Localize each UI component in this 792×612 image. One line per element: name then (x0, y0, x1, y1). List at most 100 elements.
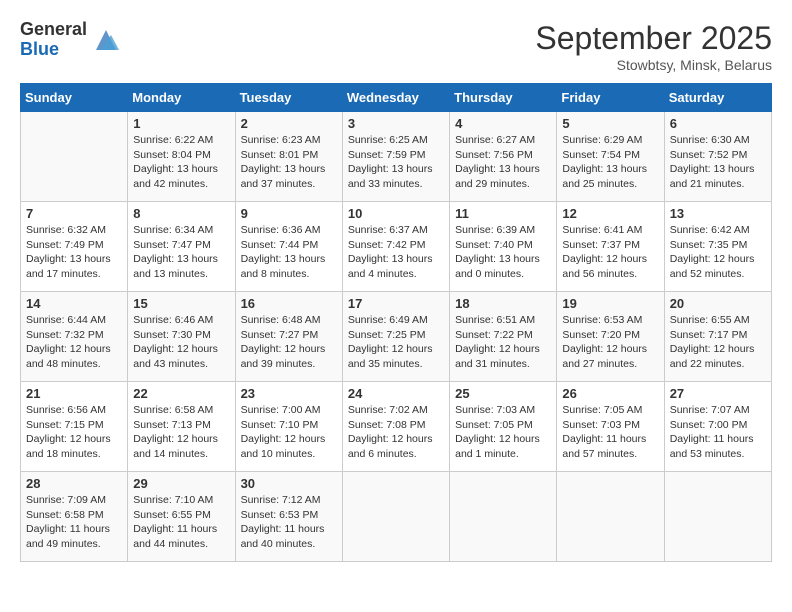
day-info: Sunrise: 7:09 AMSunset: 6:58 PMDaylight:… (26, 493, 122, 552)
calendar-cell: 12Sunrise: 6:41 AMSunset: 7:37 PMDayligh… (557, 202, 664, 292)
calendar-cell: 5 Sunrise: 6:29 AMSunset: 7:54 PMDaylight… (557, 112, 664, 202)
day-number: 21 (26, 386, 122, 401)
day-info: Sunrise: 6:23 AMSunset: 8:01 PMDaylight:… (241, 133, 337, 192)
day-info: Sunrise: 6:58 AMSunset: 7:13 PMDaylight:… (133, 403, 229, 462)
day-info: Sunrise: 6:44 AMSunset: 7:32 PMDaylight:… (26, 313, 122, 372)
calendar-cell: 15 Sunrise: 6:46 AMSunset: 7:30 PMDayligh… (128, 292, 235, 382)
day-number: 15 (133, 296, 229, 311)
week-row-1: 1 Sunrise: 6:22 AMSunset: 8:04 PMDaylight… (21, 112, 772, 202)
day-number: 26 (562, 386, 658, 401)
day-info: Sunrise: 7:00 AMSunset: 7:10 PMDaylight:… (241, 403, 337, 462)
calendar-cell: 11 Sunrise: 6:39 AMSunset: 7:40 PMDayligh… (450, 202, 557, 292)
day-info: Sunrise: 7:10 AMSunset: 6:55 PMDaylight:… (133, 493, 229, 552)
calendar-cell (664, 472, 771, 562)
calendar-cell (21, 112, 128, 202)
calendar-cell: 30 Sunrise: 7:12 AMSunset: 6:53 PMDayligh… (235, 472, 342, 562)
weekday-header-friday: Friday (557, 84, 664, 112)
week-row-2: 7Sunrise: 6:32 AMSunset: 7:49 PMDaylight… (21, 202, 772, 292)
day-info: Sunrise: 6:48 AMSunset: 7:27 PMDaylight:… (241, 313, 337, 372)
day-info: Sunrise: 6:51 AMSunset: 7:22 PMDaylight:… (455, 313, 551, 372)
day-info: Sunrise: 6:22 AMSunset: 8:04 PMDaylight:… (133, 133, 229, 192)
calendar-cell: 22 Sunrise: 6:58 AMSunset: 7:13 PMDayligh… (128, 382, 235, 472)
day-number: 24 (348, 386, 444, 401)
day-number: 11 (455, 206, 551, 221)
day-number: 29 (133, 476, 229, 491)
day-number: 12 (562, 206, 658, 221)
weekday-header-saturday: Saturday (664, 84, 771, 112)
calendar-cell: 17 Sunrise: 6:49 AMSunset: 7:25 PMDayligh… (342, 292, 449, 382)
weekday-header-tuesday: Tuesday (235, 84, 342, 112)
calendar-cell (342, 472, 449, 562)
calendar-cell: 23 Sunrise: 7:00 AMSunset: 7:10 PMDayligh… (235, 382, 342, 472)
title-block: September 2025 Stowbtsy, Minsk, Belarus (535, 20, 772, 73)
day-number: 28 (26, 476, 122, 491)
day-info: Sunrise: 7:03 AMSunset: 7:05 PMDaylight:… (455, 403, 551, 462)
day-number: 22 (133, 386, 229, 401)
logo-icon (91, 25, 121, 55)
day-info: Sunrise: 7:02 AMSunset: 7:08 PMDaylight:… (348, 403, 444, 462)
calendar-cell: 21Sunrise: 6:56 AMSunset: 7:15 PMDayligh… (21, 382, 128, 472)
week-row-4: 21Sunrise: 6:56 AMSunset: 7:15 PMDayligh… (21, 382, 772, 472)
day-number: 23 (241, 386, 337, 401)
day-number: 16 (241, 296, 337, 311)
day-number: 19 (562, 296, 658, 311)
weekday-header-sunday: Sunday (21, 84, 128, 112)
calendar-table: SundayMondayTuesdayWednesdayThursdayFrid… (20, 83, 772, 562)
day-info: Sunrise: 6:30 AMSunset: 7:52 PMDaylight:… (670, 133, 766, 192)
day-number: 1 (133, 116, 229, 131)
day-number: 8 (133, 206, 229, 221)
weekday-header-row: SundayMondayTuesdayWednesdayThursdayFrid… (21, 84, 772, 112)
day-number: 27 (670, 386, 766, 401)
day-info: Sunrise: 6:25 AMSunset: 7:59 PMDaylight:… (348, 133, 444, 192)
weekday-header-thursday: Thursday (450, 84, 557, 112)
calendar-cell: 4 Sunrise: 6:27 AMSunset: 7:56 PMDaylight… (450, 112, 557, 202)
day-info: Sunrise: 6:42 AMSunset: 7:35 PMDaylight:… (670, 223, 766, 282)
day-info: Sunrise: 6:39 AMSunset: 7:40 PMDaylight:… (455, 223, 551, 282)
calendar-cell: 10 Sunrise: 6:37 AMSunset: 7:42 PMDayligh… (342, 202, 449, 292)
calendar-cell: 29 Sunrise: 7:10 AMSunset: 6:55 PMDayligh… (128, 472, 235, 562)
day-number: 14 (26, 296, 122, 311)
calendar-cell: 24 Sunrise: 7:02 AMSunset: 7:08 PMDayligh… (342, 382, 449, 472)
month-title: September 2025 (535, 20, 772, 57)
calendar-cell: 18 Sunrise: 6:51 AMSunset: 7:22 PMDayligh… (450, 292, 557, 382)
day-number: 6 (670, 116, 766, 131)
calendar-cell: 14 Sunrise: 6:44 AMSunset: 7:32 PMDayligh… (21, 292, 128, 382)
day-info: Sunrise: 6:34 AMSunset: 7:47 PMDaylight:… (133, 223, 229, 282)
calendar-cell: 27Sunrise: 7:07 AMSunset: 7:00 PMDayligh… (664, 382, 771, 472)
calendar-cell: 20Sunrise: 6:55 AMSunset: 7:17 PMDayligh… (664, 292, 771, 382)
week-row-3: 14 Sunrise: 6:44 AMSunset: 7:32 PMDayligh… (21, 292, 772, 382)
calendar-cell (557, 472, 664, 562)
day-info: Sunrise: 6:46 AMSunset: 7:30 PMDaylight:… (133, 313, 229, 372)
weekday-header-monday: Monday (128, 84, 235, 112)
calendar-cell: 3 Sunrise: 6:25 AMSunset: 7:59 PMDaylight… (342, 112, 449, 202)
day-number: 25 (455, 386, 551, 401)
day-info: Sunrise: 6:29 AMSunset: 7:54 PMDaylight:… (562, 133, 658, 192)
logo: General Blue (20, 20, 121, 60)
day-info: Sunrise: 7:05 AMSunset: 7:03 PMDaylight:… (562, 403, 658, 462)
calendar-cell: 2Sunrise: 6:23 AMSunset: 8:01 PMDaylight… (235, 112, 342, 202)
day-number: 7 (26, 206, 122, 221)
day-number: 30 (241, 476, 337, 491)
day-number: 20 (670, 296, 766, 311)
page-header: General Blue September 2025 Stowbtsy, Mi… (20, 20, 772, 73)
day-info: Sunrise: 6:49 AMSunset: 7:25 PMDaylight:… (348, 313, 444, 372)
calendar-cell: 28 Sunrise: 7:09 AMSunset: 6:58 PMDayligh… (21, 472, 128, 562)
calendar-cell: 16 Sunrise: 6:48 AMSunset: 7:27 PMDayligh… (235, 292, 342, 382)
day-number: 17 (348, 296, 444, 311)
day-number: 9 (241, 206, 337, 221)
day-number: 4 (455, 116, 551, 131)
day-number: 5 (562, 116, 658, 131)
calendar-cell: 26 Sunrise: 7:05 AMSunset: 7:03 PMDayligh… (557, 382, 664, 472)
logo-general-text: General (20, 20, 87, 40)
day-info: Sunrise: 6:37 AMSunset: 7:42 PMDaylight:… (348, 223, 444, 282)
day-number: 18 (455, 296, 551, 311)
day-number: 3 (348, 116, 444, 131)
day-info: Sunrise: 7:12 AMSunset: 6:53 PMDaylight:… (241, 493, 337, 552)
calendar-cell: 8 Sunrise: 6:34 AMSunset: 7:47 PMDaylight… (128, 202, 235, 292)
calendar-cell (450, 472, 557, 562)
day-info: Sunrise: 6:27 AMSunset: 7:56 PMDaylight:… (455, 133, 551, 192)
day-number: 13 (670, 206, 766, 221)
day-number: 10 (348, 206, 444, 221)
logo-blue-text: Blue (20, 40, 87, 60)
calendar-cell: 6 Sunrise: 6:30 AMSunset: 7:52 PMDaylight… (664, 112, 771, 202)
